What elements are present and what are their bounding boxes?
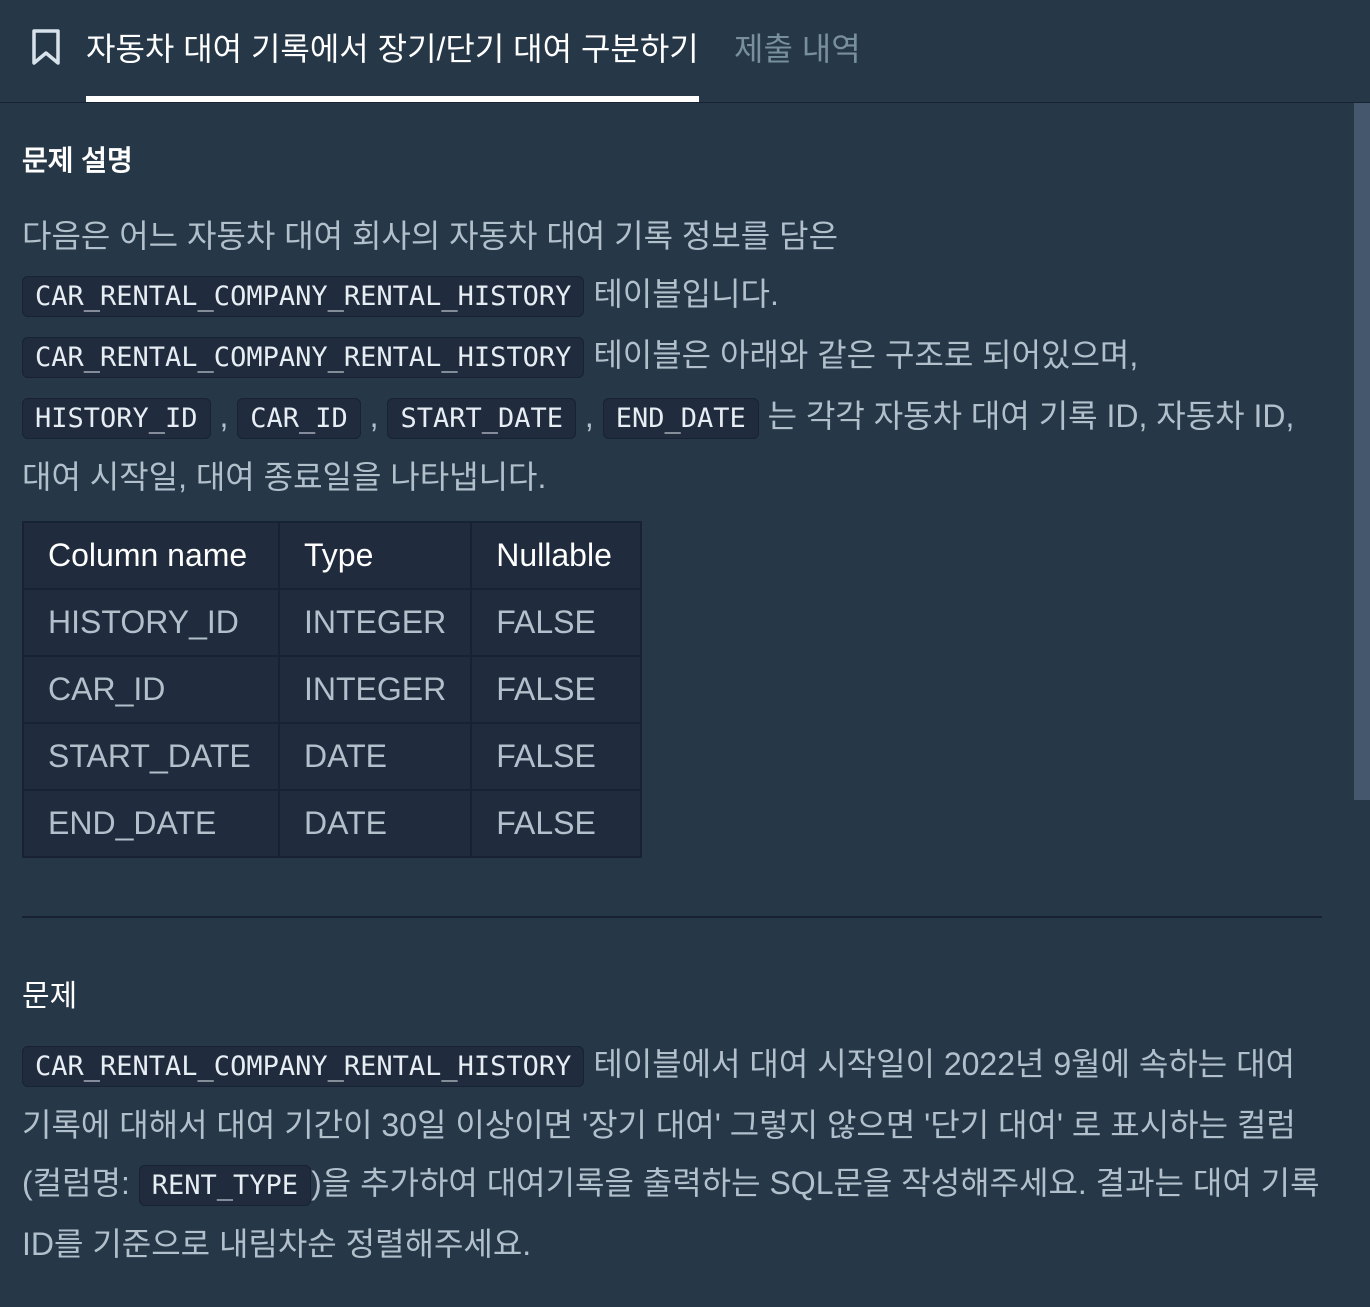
problem-text: ID를 기준으로 내림차순 정렬해주세요. [22, 1226, 532, 1262]
table-header-row: Column name Type Nullable [22, 521, 643, 590]
table-cell: INTEGER [277, 588, 473, 657]
description-text: 는 각각 자동차 대여 기록 ID, 자동차 ID, [758, 398, 1295, 434]
rent-type-code: RENT_TYPE [138, 1165, 312, 1206]
table-cell: END_DATE [22, 789, 280, 858]
table-cell: FALSE [470, 722, 643, 791]
table-row: END_DATE DATE FALSE [22, 789, 643, 858]
description-text: 대여 시작일, 대여 종료일을 나타냅니다. [22, 459, 547, 495]
problem-line: CAR_RENTAL_COMPANY_RENTAL_HISTORY 테이블에서 … [22, 1035, 1320, 1096]
description-line: 대여 시작일, 대여 종료일을 나타냅니다. [22, 448, 1294, 506]
comma: , [219, 398, 229, 434]
table-cell: START_DATE [22, 722, 280, 791]
tab-problem[interactable]: 자동차 대여 기록에서 장기/단기 대여 구분하기 [86, 24, 699, 102]
description-text: 테이블입니다. [584, 276, 779, 312]
problem-title: 문제 [22, 980, 78, 1013]
table-cell: INTEGER [277, 655, 473, 724]
column-code-end-date: END_DATE [602, 398, 759, 439]
table-row: START_DATE DATE FALSE [22, 722, 643, 791]
header-cell: Type [277, 521, 473, 590]
problem-text: 테이블에서 대여 시작일이 2022년 9월에 속하는 대여 [584, 1046, 1296, 1082]
table-cell: FALSE [470, 655, 643, 724]
table-row: CAR_ID INTEGER FALSE [22, 655, 643, 724]
table-name-code: CAR_RENTAL_COMPANY_RENTAL_HISTORY [22, 337, 585, 378]
table-name-code: CAR_RENTAL_COMPANY_RENTAL_HISTORY [22, 276, 585, 317]
problem-paragraph: CAR_RENTAL_COMPANY_RENTAL_HISTORY 테이블에서 … [22, 1035, 1320, 1273]
description-line: CAR_RENTAL_COMPANY_RENTAL_HISTORY 테이블입니다… [22, 265, 1294, 326]
table-cell: HISTORY_ID [22, 588, 280, 657]
schema-table: Column name Type Nullable HISTORY_ID INT… [22, 521, 643, 858]
comma: , [584, 398, 594, 434]
scrollbar[interactable] [1354, 103, 1370, 800]
table-name-code: CAR_RENTAL_COMPANY_RENTAL_HISTORY [22, 1046, 585, 1087]
table-cell: CAR_ID [22, 655, 280, 724]
column-code-start-date: START_DATE [387, 398, 577, 439]
bookmark-icon[interactable] [30, 28, 62, 66]
problem-text: (컬럼명: [22, 1165, 139, 1201]
problem-text: )을 추가하여 대여기록을 출력하는 SQL문을 작성해주세요. 결과는 대여 … [311, 1165, 1320, 1201]
description-line: CAR_RENTAL_COMPANY_RENTAL_HISTORY 테이블은 아… [22, 326, 1294, 387]
problem-line: ID를 기준으로 내림차순 정렬해주세요. [22, 1215, 1320, 1273]
description-text: 다음은 어느 자동차 대여 회사의 자동차 대여 기록 정보를 담은 [22, 218, 839, 254]
column-code-car-id: CAR_ID [237, 398, 361, 439]
header-cell: Nullable [470, 521, 643, 590]
description-line: 다음은 어느 자동차 대여 회사의 자동차 대여 기록 정보를 담은 [22, 207, 1294, 265]
section-divider [22, 916, 1322, 918]
problem-line: (컬럼명: RENT_TYPE)을 추가하여 대여기록을 출력하는 SQL문을 … [22, 1154, 1320, 1215]
tab-submission-history[interactable]: 제출 내역 [734, 24, 861, 70]
table-cell: FALSE [470, 789, 643, 858]
table-cell: DATE [277, 789, 473, 858]
column-code-history-id: HISTORY_ID [22, 398, 211, 439]
description-paragraph: 다음은 어느 자동차 대여 회사의 자동차 대여 기록 정보를 담은 CAR_R… [22, 207, 1294, 506]
header-cell: Column name [22, 521, 280, 590]
description-title: 문제 설명 [22, 145, 133, 176]
problem-text: 기록에 대해서 대여 기간이 30일 이상이면 '장기 대여' 그렇지 않으면 … [22, 1107, 1296, 1143]
header-bar: 자동차 대여 기록에서 장기/단기 대여 구분하기 제출 내역 [0, 0, 1370, 103]
table-cell: FALSE [470, 588, 643, 657]
tab-active-underline [86, 96, 699, 102]
description-line: HISTORY_ID , CAR_ID , START_DATE , END_D… [22, 387, 1294, 448]
description-text: 테이블은 아래와 같은 구조로 되어있으며, [584, 337, 1139, 373]
problem-line: 기록에 대해서 대여 기간이 30일 이상이면 '장기 대여' 그렇지 않으면 … [22, 1096, 1320, 1154]
table-row: HISTORY_ID INTEGER FALSE [22, 588, 643, 657]
tab-problem-label: 자동차 대여 기록에서 장기/단기 대여 구분하기 [86, 31, 699, 67]
comma: , [369, 398, 379, 434]
table-cell: DATE [277, 722, 473, 791]
